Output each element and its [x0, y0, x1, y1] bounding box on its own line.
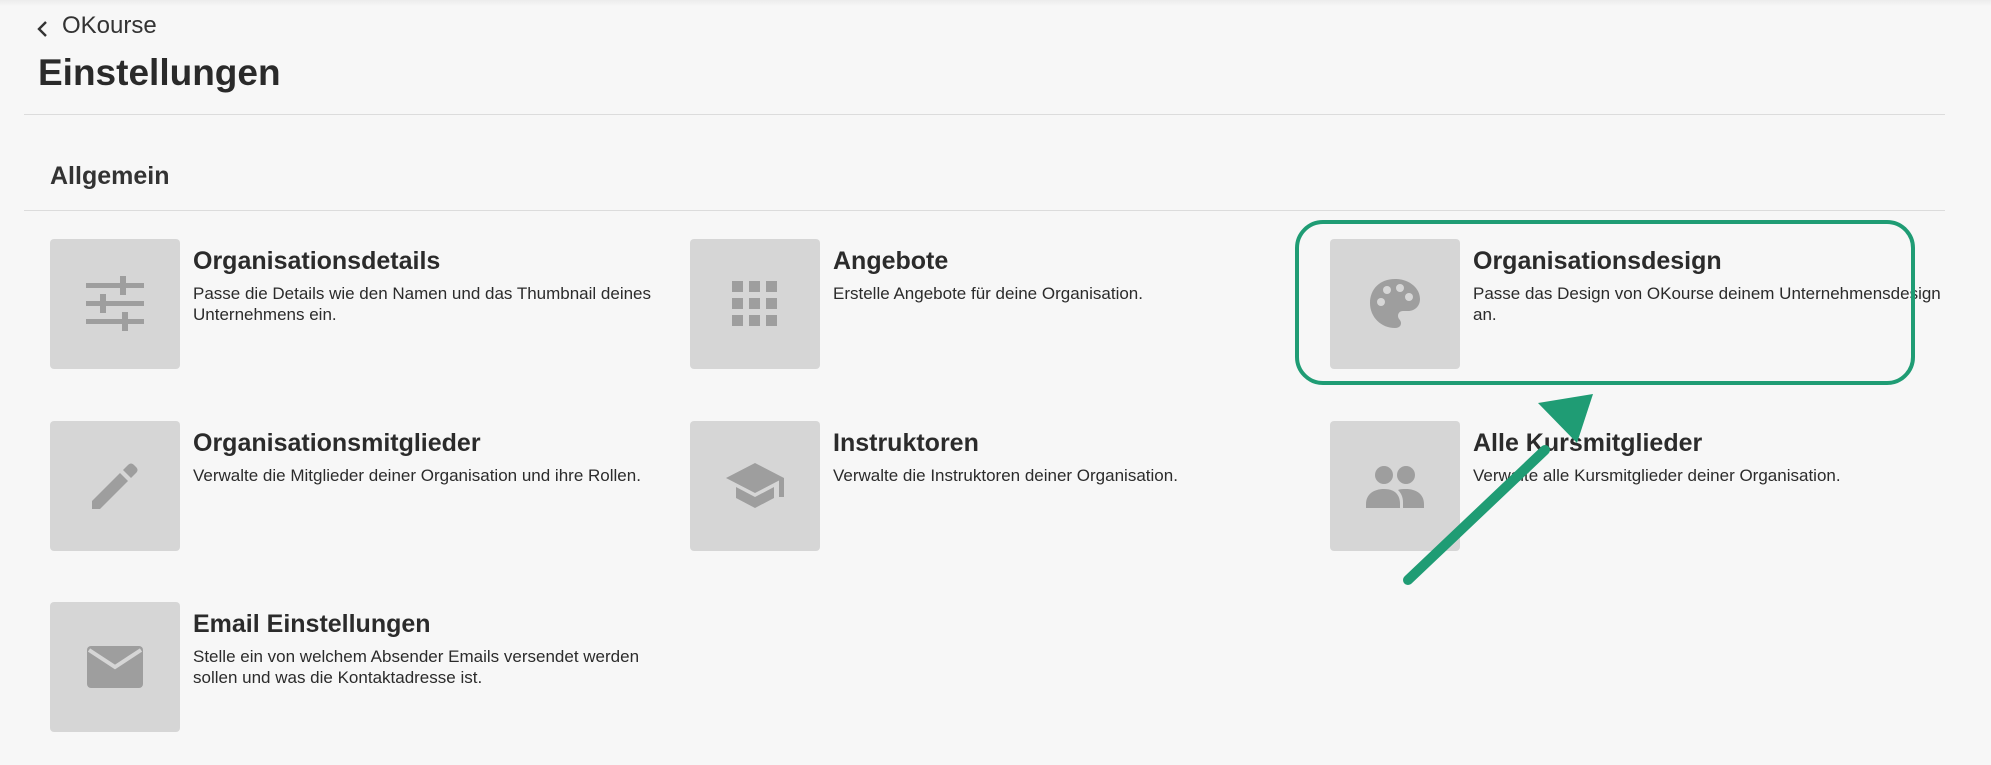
top-shadow [0, 0, 1991, 6]
card-description: Passe die Details wie den Namen und das … [193, 284, 652, 324]
card-thumbnail [50, 239, 180, 369]
people-icon [1364, 464, 1426, 508]
card-description: Stelle ein von welchem Absender Emails v… [193, 647, 640, 687]
card-thumbnail [50, 602, 180, 732]
card-description: Verwalte die Instruktoren deiner Organis… [833, 466, 1178, 485]
card-thumbnail [50, 421, 180, 551]
card-title: Organisationsmitglieder [193, 429, 481, 457]
sliders-icon [84, 273, 146, 335]
card-title: Instruktoren [833, 429, 979, 457]
grid-icon [732, 281, 778, 327]
card-organisationsdetails[interactable]: Organisationsdetails Passe die Details w… [50, 239, 651, 371]
card-thumbnail [690, 421, 820, 551]
card-title: Email Einstellungen [193, 610, 431, 638]
card-email-einstellungen[interactable]: Email Einstellungen Stelle ein von welch… [50, 602, 650, 734]
palette-icon [1368, 277, 1422, 331]
pencil-icon [88, 459, 142, 513]
card-organisationsmitglieder[interactable]: Organisationsmitglieder Verwalte die Mit… [50, 421, 650, 553]
card-instruktoren[interactable]: Instruktoren Verwalte die Instruktoren d… [690, 421, 1290, 553]
card-thumbnail [1330, 239, 1460, 369]
card-title: Organisationsdetails [193, 247, 441, 275]
card-title: Alle Kursmitglieder [1473, 429, 1703, 457]
envelope-icon [86, 645, 144, 689]
card-angebote[interactable]: Angebote Erstelle Angebote für deine Org… [690, 239, 1290, 371]
back-link[interactable]: OKourse [34, 12, 157, 40]
section-divider [24, 210, 1945, 211]
card-thumbnail [1330, 421, 1460, 551]
card-description: Erstelle Angebote für deine Organisation… [833, 284, 1143, 303]
card-description: Verwalte alle Kursmitglieder deiner Orga… [1473, 466, 1841, 485]
graduation-cap-icon [724, 459, 786, 513]
back-link-label: OKourse [62, 12, 157, 39]
card-alle-kursmitglieder[interactable]: Alle Kursmitglieder Verwalte alle Kursmi… [1330, 421, 1930, 553]
card-description: Passe das Design von OKourse deinem Unte… [1473, 284, 1941, 324]
card-thumbnail [690, 239, 820, 369]
section-title: Allgemein [50, 162, 170, 190]
card-title: Angebote [833, 247, 949, 275]
chevron-left-icon [34, 17, 52, 37]
card-organisationsdesign[interactable]: Organisationsdesign Passe das Design von… [1330, 239, 1941, 371]
card-title: Organisationsdesign [1473, 247, 1722, 275]
header-divider [24, 114, 1945, 115]
card-description: Verwalte die Mitglieder deiner Organisat… [193, 466, 641, 485]
page-title: Einstellungen [38, 52, 281, 93]
